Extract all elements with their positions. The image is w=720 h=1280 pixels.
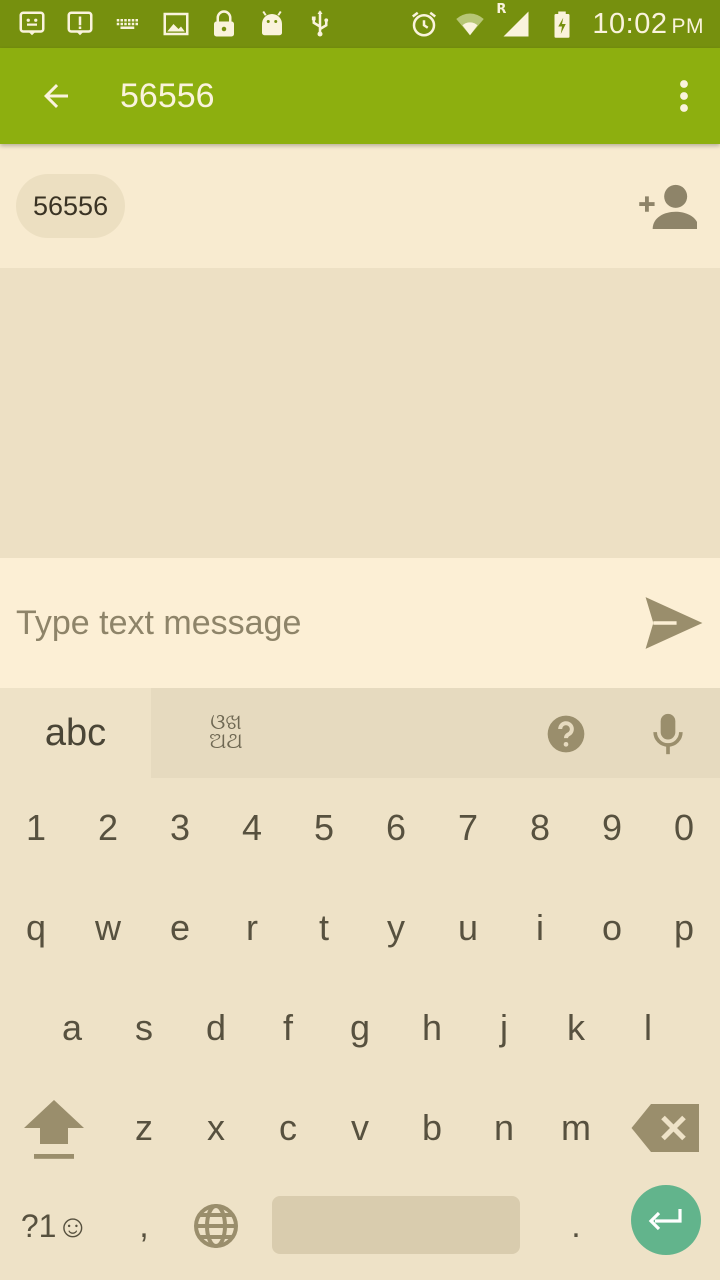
key-v[interactable]: v (324, 1080, 396, 1176)
keyboard-icon (112, 8, 144, 40)
key-s[interactable]: s (108, 980, 180, 1076)
keyboard-tab-abc[interactable]: abc (0, 688, 151, 778)
backspace-icon[interactable] (630, 1102, 702, 1154)
arrow-back-icon (44, 84, 68, 108)
battery-charging-icon (546, 8, 578, 40)
key-4[interactable]: 4 (216, 780, 288, 876)
more-vert-icon (680, 80, 688, 112)
send-button[interactable] (638, 587, 710, 659)
key-n[interactable]: n (468, 1080, 540, 1176)
key-5[interactable]: 5 (288, 780, 360, 876)
alarm-icon (408, 8, 440, 40)
enter-icon (648, 1209, 682, 1231)
key-f[interactable]: f (252, 980, 324, 1076)
conversation-title: 56556 (120, 76, 215, 115)
key-g[interactable]: g (324, 980, 396, 1076)
key-1[interactable]: 1 (0, 780, 72, 876)
app-bar: 56556 (0, 48, 720, 144)
key-b[interactable]: b (396, 1080, 468, 1176)
key-d[interactable]: d (180, 980, 252, 1076)
alert-message-icon (64, 8, 96, 40)
help-icon[interactable] (546, 714, 586, 754)
keyboard-tab-odia[interactable]: ଓଖ ଅଥ (196, 708, 256, 758)
signal-roaming-icon: R (496, 2, 532, 40)
key-p[interactable]: p (648, 880, 720, 976)
key-x[interactable]: x (180, 1080, 252, 1176)
more-options-button[interactable] (648, 48, 720, 144)
key-6[interactable]: 6 (360, 780, 432, 876)
space-bar[interactable] (272, 1196, 520, 1254)
back-button[interactable] (0, 48, 112, 144)
recipient-row: 56556 (0, 144, 720, 268)
person-add-icon (639, 184, 697, 229)
key-y[interactable]: y (360, 880, 432, 976)
key-a[interactable]: a (36, 980, 108, 1076)
image-icon (160, 8, 192, 40)
roaming-label: R (496, 2, 507, 17)
key-8[interactable]: 8 (504, 780, 576, 876)
enter-button[interactable] (631, 1185, 701, 1255)
send-icon (645, 597, 703, 649)
key-l[interactable]: l (612, 980, 684, 1076)
globe-icon[interactable] (192, 1202, 240, 1250)
key-j[interactable]: j (468, 980, 540, 1076)
key-7[interactable]: 7 (432, 780, 504, 876)
key-e[interactable]: e (144, 880, 216, 976)
shift-icon[interactable] (18, 1096, 90, 1160)
sim-toolkit-icon (16, 8, 48, 40)
key-period[interactable]: . (540, 1178, 612, 1274)
symbols-key[interactable]: ?1☺ (10, 1178, 100, 1274)
mic-icon[interactable] (650, 712, 686, 756)
status-time: 10:02 PM (592, 7, 704, 40)
key-h[interactable]: h (396, 980, 468, 1076)
key-o[interactable]: o (576, 880, 648, 976)
key-comma[interactable]: , (108, 1178, 180, 1274)
lock-icon (208, 8, 240, 40)
status-bar: R 10:02 PM (0, 0, 720, 48)
key-3[interactable]: 3 (144, 780, 216, 876)
add-contact-button[interactable] (632, 170, 704, 242)
conversation-area (0, 268, 720, 558)
usb-icon (304, 8, 336, 40)
message-input[interactable] (16, 603, 638, 643)
key-k[interactable]: k (540, 980, 612, 1076)
key-9[interactable]: 9 (576, 780, 648, 876)
key-t[interactable]: t (288, 880, 360, 976)
key-w[interactable]: w (72, 880, 144, 976)
recipient-chip[interactable]: 56556 (16, 174, 126, 238)
wifi-icon (454, 8, 486, 40)
compose-bar (0, 558, 720, 688)
key-q[interactable]: q (0, 880, 72, 976)
key-z[interactable]: z (108, 1080, 180, 1176)
key-i[interactable]: i (504, 880, 576, 976)
key-2[interactable]: 2 (72, 780, 144, 876)
android-icon (256, 8, 288, 40)
key-c[interactable]: c (252, 1080, 324, 1176)
key-0[interactable]: 0 (648, 780, 720, 876)
key-m[interactable]: m (540, 1080, 612, 1176)
key-u[interactable]: u (432, 880, 504, 976)
keyboard: abc ଓଖ ଅଥ 1 2 3 4 5 6 7 8 9 0 q w e r t … (0, 688, 720, 1280)
key-r[interactable]: r (216, 880, 288, 976)
